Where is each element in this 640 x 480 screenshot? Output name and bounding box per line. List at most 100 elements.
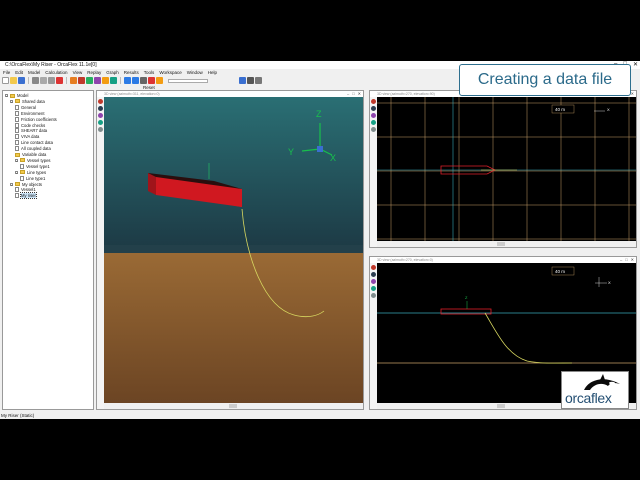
tree-expander-icon[interactable]: − xyxy=(10,182,13,186)
plan-grid xyxy=(377,97,636,241)
folder-icon xyxy=(20,170,25,175)
rotate-icon[interactable] xyxy=(98,99,103,104)
tree-item-label: Vessel types xyxy=(27,157,51,163)
plan-view[interactable]: 3D view (azimuth=270, elevation=90) –□✕ xyxy=(369,90,637,248)
menu-results[interactable]: Results xyxy=(124,70,139,75)
tree-expander-icon[interactable]: − xyxy=(15,158,18,162)
main-view-scrollbar[interactable] xyxy=(104,403,363,409)
folder-icon xyxy=(15,99,20,104)
tree-item[interactable]: Vessel1 xyxy=(15,187,36,193)
open-folder-icon[interactable] xyxy=(10,77,17,84)
delete-icon[interactable] xyxy=(56,77,63,84)
paste-icon[interactable] xyxy=(48,77,55,84)
graph-icon[interactable] xyxy=(247,77,254,84)
tree-item[interactable]: My riser xyxy=(15,192,37,200)
edit-view-icon[interactable] xyxy=(371,120,376,125)
zoom-icon[interactable] xyxy=(98,113,103,118)
view-minimize-icon[interactable]: – xyxy=(347,91,349,96)
view-minimize-icon[interactable]: – xyxy=(620,257,622,262)
tree-item[interactable]: SHEAR7 data xyxy=(15,128,47,134)
tree-item[interactable]: Code checks xyxy=(15,122,46,128)
save-icon[interactable] xyxy=(18,77,25,84)
tree-item[interactable]: Vessel type1 xyxy=(20,163,50,169)
pan-icon[interactable] xyxy=(371,272,376,277)
tree-expander-icon[interactable]: − xyxy=(5,94,8,98)
tree-item-label: Environment xyxy=(21,110,45,116)
menu-tools[interactable]: Tools xyxy=(144,70,155,75)
tree-item[interactable]: Friction coefficients xyxy=(15,116,57,122)
document-icon xyxy=(15,193,19,199)
link-icon[interactable] xyxy=(102,77,109,84)
menu-window[interactable]: Window xyxy=(187,70,203,75)
pan-icon[interactable] xyxy=(98,106,103,111)
view-maximize-icon[interactable]: □ xyxy=(625,257,627,262)
menu-file[interactable]: File xyxy=(3,70,10,75)
tree-item[interactable]: − Model xyxy=(5,93,28,98)
winch-icon[interactable] xyxy=(94,77,101,84)
window-title: C:\OrcaFlex\My Riser - OrcaFlex 11.1e[0] xyxy=(5,62,97,68)
reset-view-icon[interactable] xyxy=(371,293,376,298)
tree-item[interactable]: All coupled data xyxy=(15,146,51,152)
pause-icon[interactable] xyxy=(140,77,147,84)
plan-view-scrollbar[interactable] xyxy=(377,241,636,247)
view-maximize-icon[interactable]: □ xyxy=(352,91,354,96)
menu-workspace[interactable]: Workspace xyxy=(159,70,181,75)
folder-icon xyxy=(10,93,15,98)
tree-item[interactable]: Line contact data xyxy=(15,140,53,146)
elevation-axis-label-x: X xyxy=(608,280,611,285)
elevation-riser[interactable] xyxy=(484,312,573,364)
tree-item[interactable]: Environment xyxy=(15,110,45,116)
new-file-icon[interactable] xyxy=(2,77,9,84)
main-view-canvas[interactable]: Z X Y xyxy=(104,97,363,403)
reset-view-icon[interactable] xyxy=(371,127,376,132)
replay-icon[interactable] xyxy=(239,77,246,84)
tree-expander-icon[interactable]: − xyxy=(10,99,13,103)
shape-icon[interactable] xyxy=(110,77,117,84)
axis-label-y: Y xyxy=(288,147,294,157)
tree-item[interactable]: − My objects xyxy=(10,182,42,187)
batch-icon[interactable] xyxy=(156,77,163,84)
orcaflex-logo: orcaflex xyxy=(561,371,629,409)
view-close-icon[interactable]: ✕ xyxy=(631,91,634,96)
plan-view-canvas[interactable]: 40 m X xyxy=(377,97,636,241)
view-close-icon[interactable]: ✕ xyxy=(358,91,361,96)
menu-help[interactable]: Help xyxy=(208,70,217,75)
horizon-band xyxy=(104,245,363,253)
pan-icon[interactable] xyxy=(371,106,376,111)
view-close-icon[interactable]: ✕ xyxy=(631,257,634,262)
menu-edit[interactable]: Edit xyxy=(15,70,23,75)
tree-item[interactable]: − Line types xyxy=(15,170,46,175)
menu-calculation[interactable]: Calculation xyxy=(45,70,67,75)
tree-item[interactable]: Line type1 xyxy=(20,175,45,181)
reset-view-icon[interactable] xyxy=(98,127,103,132)
menu-graph[interactable]: Graph xyxy=(106,70,119,75)
tree-item[interactable]: Variable data xyxy=(15,152,46,157)
tree-item[interactable]: − Shared data xyxy=(10,99,45,104)
menu-replay[interactable]: Replay xyxy=(87,70,101,75)
menu-model[interactable]: Model xyxy=(28,70,40,75)
tree-expander-icon[interactable]: − xyxy=(15,170,18,174)
report-icon[interactable] xyxy=(255,77,262,84)
edit-view-icon[interactable] xyxy=(98,120,103,125)
document-icon xyxy=(15,146,19,152)
close-button[interactable]: ✕ xyxy=(633,61,638,68)
rotate-icon[interactable] xyxy=(371,99,376,104)
buoy-icon[interactable] xyxy=(86,77,93,84)
menu-view[interactable]: View xyxy=(73,70,83,75)
cut-icon[interactable] xyxy=(32,77,39,84)
statics-icon[interactable] xyxy=(124,77,131,84)
zoom-icon[interactable] xyxy=(371,279,376,284)
vessel-icon[interactable] xyxy=(70,77,77,84)
line-icon[interactable] xyxy=(78,77,85,84)
zoom-icon[interactable] xyxy=(371,113,376,118)
copy-icon[interactable] xyxy=(40,77,47,84)
tree-item-label: Code checks xyxy=(21,122,46,128)
reset-icon[interactable] xyxy=(148,77,155,84)
edit-view-icon[interactable] xyxy=(371,286,376,291)
main-3d-view[interactable]: 3D view (azimuth=311, elevation=0) –□✕ xyxy=(96,90,364,410)
tree-item[interactable]: VIVA data xyxy=(15,134,39,140)
dynamics-icon[interactable] xyxy=(132,77,139,84)
tree-item[interactable]: − Vessel types xyxy=(15,158,51,163)
rotate-icon[interactable] xyxy=(371,265,376,270)
tree-item[interactable]: General xyxy=(15,104,36,110)
